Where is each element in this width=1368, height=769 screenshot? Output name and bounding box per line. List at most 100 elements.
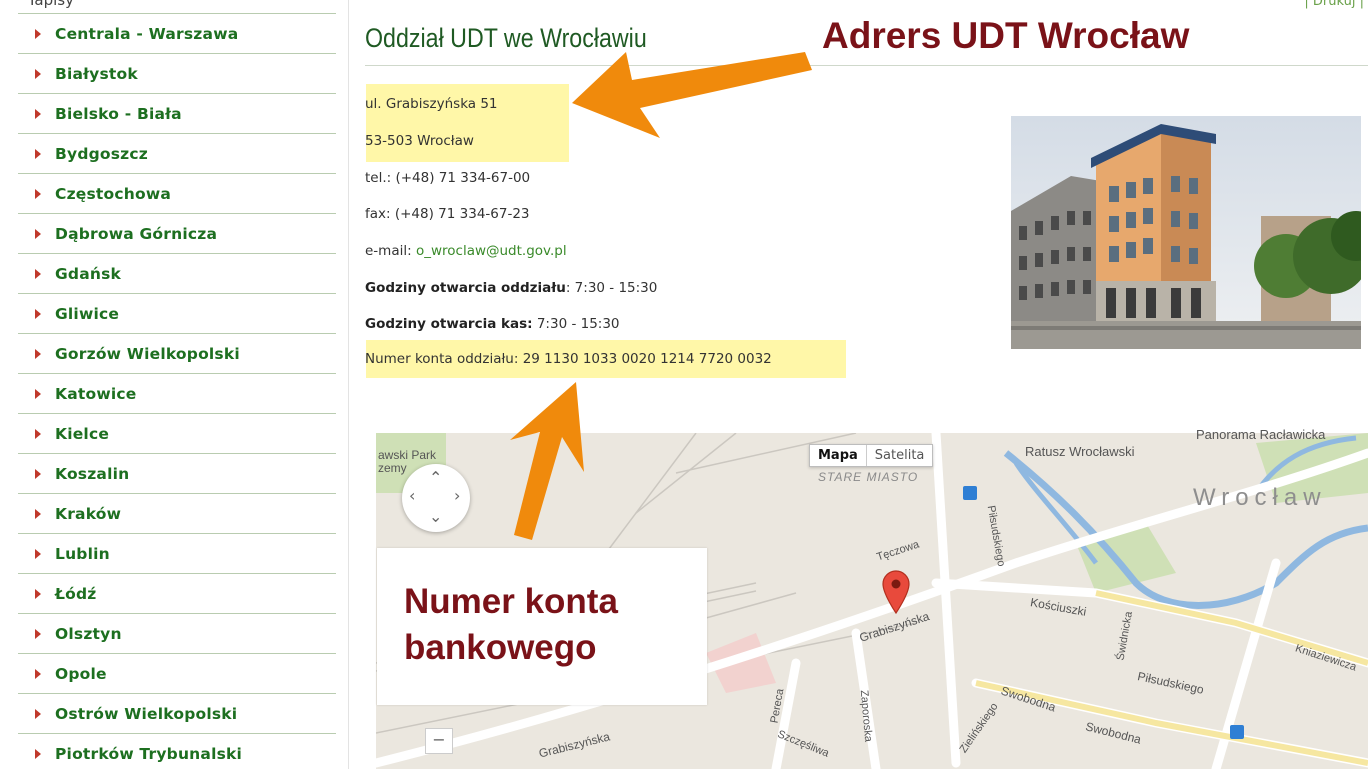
sidebar-item-label: Częstochowa <box>55 184 172 203</box>
phone-text: tel.: (+48) 71 334-67-00 <box>365 170 531 186</box>
pan-left-icon[interactable]: ‹ <box>409 486 415 505</box>
pan-right-icon[interactable]: › <box>454 486 460 505</box>
account-number: Numer konta oddziału: 29 1130 1033 0020 … <box>365 351 772 367</box>
map-marker-icon[interactable] <box>881 570 911 614</box>
arrow-right-icon <box>35 468 41 479</box>
branch-sidebar: Iapisy Centrala - Warszawa Białystok Bie… <box>0 0 349 769</box>
sidebar-item-label: Olsztyn <box>55 624 122 643</box>
arrow-right-icon <box>35 708 41 719</box>
sidebar-item-label: Centrala - Warszawa <box>55 24 239 43</box>
page-title: Oddział UDT we Wrocławiu <box>365 23 647 53</box>
sidebar-item-krakow[interactable]: Kraków <box>18 494 336 534</box>
sidebar-item-label: Dąbrowa Górnicza <box>55 224 218 243</box>
sidebar-item-label: Katowice <box>55 384 137 403</box>
sidebar-item-piotrkow[interactable]: Piotrków Trybunalski <box>18 734 336 769</box>
pan-up-icon[interactable]: ⌃ <box>429 468 442 487</box>
sidebar-item-katowice[interactable]: Katowice <box>18 374 336 414</box>
sidebar-item-label: Bielsko - Biała <box>55 104 182 123</box>
arrow-right-icon <box>35 628 41 639</box>
building-photo <box>1011 116 1361 349</box>
arrow-right-icon <box>35 228 41 239</box>
branch-hours-label: Godziny otwarcia oddziału <box>365 280 566 296</box>
arrow-right-icon <box>35 148 41 159</box>
map-label-park2: zemy <box>378 461 407 475</box>
sidebar-item-label: Kielce <box>55 424 110 443</box>
arrow-right-icon <box>35 388 41 399</box>
branch-list: Centrala - Warszawa Białystok Bielsko - … <box>18 14 336 769</box>
fax-text: fax: (+48) 71 334-67-23 <box>365 206 530 222</box>
sidebar-item-label: Piotrków Trybunalski <box>55 744 243 763</box>
map-label-ratusz: Ratusz Wrocławski <box>1025 444 1135 459</box>
sidebar-item-lodz[interactable]: Łódź <box>18 574 336 614</box>
annotation-account-box: Numer konta bankowego <box>377 548 707 705</box>
branch-hours-row: Godziny otwarcia oddziału: 7:30 - 15:30 <box>365 280 845 296</box>
cash-hours-label: Godziny otwarcia kas: <box>365 316 533 332</box>
map-label-panorama: Panorama Racławicka <box>1196 427 1326 442</box>
sidebar-item-gdansk[interactable]: Gdańsk <box>18 254 336 294</box>
annotation-account-line2: bankowego <box>404 628 597 667</box>
email-row: e-mail: o_wroclaw@udt.gov.pl <box>365 243 845 259</box>
sidebar-item-label: Bydgoszcz <box>55 144 149 163</box>
map-view-button[interactable]: Mapa <box>810 445 867 466</box>
arrow-right-icon <box>35 748 41 759</box>
map-label-stare-miasto: STARE MIASTO <box>818 470 919 484</box>
address-line1: ul. Grabiszyńska 51 <box>365 96 498 112</box>
map-label-park: awski Park <box>378 448 437 462</box>
arrow-right-icon <box>35 668 41 679</box>
sidebar-item-bialystok[interactable]: Białystok <box>18 54 336 94</box>
sidebar-item-label: Kraków <box>55 504 122 523</box>
arrow-right-icon <box>35 428 41 439</box>
satellite-view-button[interactable]: Satelita <box>867 445 933 466</box>
sidebar-item-centrala[interactable]: Centrala - Warszawa <box>18 14 336 54</box>
sidebar-item-bielsko-biala[interactable]: Bielsko - Biała <box>18 94 336 134</box>
sidebar-item-label: Łódź <box>55 584 97 603</box>
sidebar-item-koszalin[interactable]: Koszalin <box>18 454 336 494</box>
sidebar-item-label: Białystok <box>55 64 138 83</box>
tram-icon <box>963 486 977 500</box>
sidebar-item-label: Ostrów Wielkopolski <box>55 704 238 723</box>
sidebar-item-label: Lublin <box>55 544 110 563</box>
sidebar-item-label: Koszalin <box>55 464 130 483</box>
sidebar-heading-fragment: Iapisy <box>30 0 74 9</box>
sidebar-item-opole[interactable]: Opole <box>18 654 336 694</box>
sidebar-item-bydgoszcz[interactable]: Bydgoszcz <box>18 134 336 174</box>
arrow-right-icon <box>35 188 41 199</box>
pan-down-icon[interactable]: ⌃ <box>429 506 442 525</box>
zoom-out-button[interactable]: − <box>425 728 453 754</box>
address-line2: 53-503 Wrocław <box>365 133 474 149</box>
map-pan-control[interactable]: ⌃ ⌃ ‹ › <box>402 464 470 532</box>
arrow-right-icon <box>35 28 41 39</box>
email-link[interactable]: o_wroclaw@udt.gov.pl <box>416 243 567 259</box>
arrow-right-icon <box>35 588 41 599</box>
divider <box>365 65 1368 66</box>
sidebar-item-ostrow[interactable]: Ostrów Wielkopolski <box>18 694 336 734</box>
sidebar-item-label: Gorzów Wielkopolski <box>55 344 240 363</box>
cash-hours-row: Godziny otwarcia kas: 7:30 - 15:30 <box>365 316 845 332</box>
sidebar-item-czestochowa[interactable]: Częstochowa <box>18 174 336 214</box>
sidebar-item-label: Opole <box>55 664 107 683</box>
arrow-right-icon <box>35 108 41 119</box>
sidebar-item-olsztyn[interactable]: Olsztyn <box>18 614 336 654</box>
arrow-right-icon <box>35 348 41 359</box>
map-type-toggle: Mapa Satelita <box>809 444 934 467</box>
train-icon <box>1230 725 1244 739</box>
sidebar-item-gliwice[interactable]: Gliwice <box>18 294 336 334</box>
sidebar-item-label: Gdańsk <box>55 264 122 283</box>
arrow-right-icon <box>35 308 41 319</box>
sidebar-item-gorzow[interactable]: Gorzów Wielkopolski <box>18 334 336 374</box>
annotation-address-title: Adrers UDT Wrocław <box>822 15 1190 56</box>
arrow-right-icon <box>35 268 41 279</box>
arrow-right-icon <box>35 548 41 559</box>
annotation-account-line1: Numer konta <box>404 582 618 621</box>
sidebar-item-lublin[interactable]: Lublin <box>18 534 336 574</box>
sidebar-item-kielce[interactable]: Kielce <box>18 414 336 454</box>
email-label: e-mail: <box>365 243 416 259</box>
arrow-right-icon <box>35 508 41 519</box>
cash-hours-value: 7:30 - 15:30 <box>532 316 620 332</box>
sidebar-item-dabrowa-gornicza[interactable]: Dąbrowa Górnicza <box>18 214 336 254</box>
sidebar-item-label: Gliwice <box>55 304 120 323</box>
arrow-right-icon <box>35 68 41 79</box>
branch-hours-value: : 7:30 - 15:30 <box>565 280 658 296</box>
print-link[interactable]: | Drukuj | <box>1304 0 1364 9</box>
map-label-city: Wrocław <box>1193 484 1327 511</box>
